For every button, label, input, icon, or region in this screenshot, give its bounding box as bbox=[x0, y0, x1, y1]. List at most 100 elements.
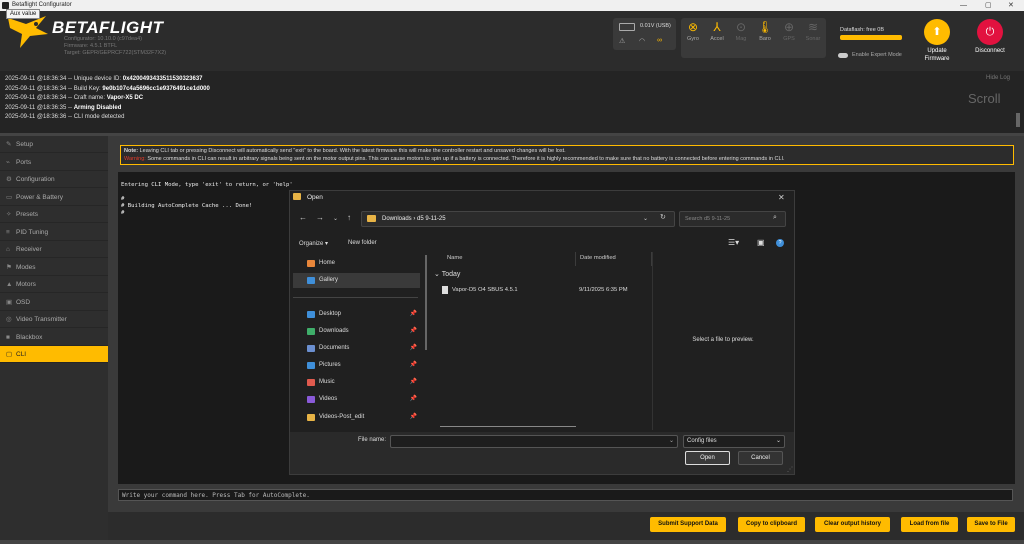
scroll-toggle[interactable]: Scroll bbox=[968, 91, 1001, 106]
folder-icon bbox=[307, 345, 315, 352]
gyro-icon: ⊗ bbox=[687, 20, 699, 34]
pin-icon[interactable]: 📌 bbox=[410, 341, 417, 356]
version-info: Configurator: 10.10.0 (c97dea4) Firmware… bbox=[64, 36, 166, 57]
wrench-icon: ✎ bbox=[6, 141, 12, 148]
log-scrollbar[interactable] bbox=[1016, 113, 1020, 127]
chevron-down-icon[interactable]: ⌄ bbox=[333, 215, 338, 222]
log-separator: -- bbox=[66, 95, 74, 101]
group-header[interactable]: ⌄ Today bbox=[434, 270, 460, 278]
pin-icon[interactable]: 📌 bbox=[410, 324, 417, 339]
breadcrumb-downloads[interactable]: Downloads bbox=[382, 216, 412, 222]
file-row[interactable]: Vapor-D5 O4 SBUS 4.5.1 9/11/2025 6:35 PM bbox=[442, 286, 652, 296]
up-icon[interactable]: ↑ bbox=[347, 213, 351, 222]
brand-name: BETAFLIGHT bbox=[52, 18, 164, 37]
column-header-date[interactable]: Date modified bbox=[580, 255, 616, 261]
view-options-icon[interactable]: ☰▾ bbox=[728, 238, 739, 247]
log-label: CLI mode detected bbox=[73, 114, 125, 120]
nav-pane-item-downloads[interactable]: Downloads 📌 bbox=[293, 324, 420, 339]
file-type-value: Config files bbox=[687, 438, 717, 444]
column-header-name[interactable]: Name bbox=[447, 255, 462, 261]
sidebar-item-power-battery[interactable]: ▭ Power & Battery bbox=[0, 189, 108, 206]
expert-mode-toggle[interactable] bbox=[838, 53, 848, 58]
battery-icon: ▭ bbox=[6, 193, 13, 201]
column-divider[interactable] bbox=[575, 252, 576, 266]
horizontal-scrollbar[interactable] bbox=[440, 426, 576, 427]
sidebar-item-blackbox[interactable]: ■ Blackbox bbox=[0, 329, 108, 346]
sidebar-item-setup[interactable]: ✎ Setup bbox=[0, 136, 108, 153]
cancel-button[interactable]: Cancel bbox=[738, 451, 783, 465]
sidebar-item-receiver[interactable]: ⌂ Receiver bbox=[0, 241, 108, 258]
nav-pane-label: Downloads bbox=[319, 328, 349, 334]
log-value: 9e0b107c4a5696cc1e9376491ce1d000 bbox=[102, 85, 210, 92]
mag-icon: ⊙ bbox=[735, 20, 747, 34]
pin-icon[interactable]: 📌 bbox=[410, 375, 417, 390]
sidebar-item-pid-tuning[interactable]: ≡ PID Tuning bbox=[0, 224, 108, 241]
folder-icon bbox=[367, 215, 376, 222]
sensor-status: ⊗ Gyro ⅄ Accel ⊙ Mag 🌡 Baro ⊕ GPS ≋ Sonar bbox=[681, 18, 826, 58]
resize-grip-icon[interactable]: ⋰ bbox=[787, 466, 793, 473]
sidebar-item-video-transmitter[interactable]: ◎ Video Transmitter bbox=[0, 311, 108, 328]
minimize-icon[interactable]: — bbox=[960, 0, 967, 11]
sidebar-item-presets[interactable]: ✧ Presets bbox=[0, 206, 108, 223]
sidebar-item-label: Receiver bbox=[16, 246, 42, 253]
log-timestamp: 2025-09-11 @18:36:34 bbox=[5, 85, 67, 92]
sidebar-item-osd[interactable]: ▣ OSD bbox=[0, 294, 108, 311]
sidebar-item-label: Configuration bbox=[16, 176, 55, 183]
open-button[interactable]: Open bbox=[685, 451, 730, 465]
disconnect-button[interactable]: ⏻ Disconnect bbox=[967, 19, 1013, 55]
update-firmware-button[interactable]: ⬆ Update Firmware bbox=[915, 19, 959, 63]
nav-pane-item-home[interactable]: Home bbox=[293, 256, 420, 271]
pin-icon[interactable]: 📌 bbox=[410, 410, 417, 425]
pin-icon[interactable]: 📌 bbox=[410, 307, 417, 322]
pin-icon[interactable]: 📌 bbox=[410, 358, 417, 373]
nav-pane-item-documents[interactable]: Documents 📌 bbox=[293, 341, 420, 356]
nav-pane-item-desktop[interactable]: Desktop 📌 bbox=[293, 307, 420, 322]
chevron-down-icon[interactable]: ⌄ bbox=[643, 215, 648, 222]
new-folder-button[interactable]: New folder bbox=[348, 240, 377, 246]
nav-pane-item-videos[interactable]: Videos 📌 bbox=[293, 392, 420, 407]
sidebar-item-label: Video Transmitter bbox=[16, 316, 67, 323]
blackbox-icon: ■ bbox=[6, 333, 10, 341]
sidebar-item-cli[interactable]: ▢ CLI bbox=[0, 346, 108, 363]
clear-output-history-button[interactable]: Clear output history bbox=[815, 517, 890, 532]
configurator-version: Configurator: 10.10.0 (c97dea4) bbox=[64, 36, 142, 42]
preview-pane-icon[interactable]: ▣ bbox=[757, 238, 765, 247]
close-icon[interactable]: ✕ bbox=[778, 190, 785, 205]
window-titlebar: Betaflight Configurator — ▢ ✕ bbox=[0, 0, 1024, 11]
sensor-label: Gyro bbox=[687, 36, 699, 42]
save-to-file-button[interactable]: Save to File bbox=[967, 517, 1015, 532]
sidebar-item-motors[interactable]: ▲ Motors bbox=[0, 276, 108, 293]
forward-icon[interactable]: → bbox=[316, 213, 324, 222]
nav-pane-item-videos-post-edit[interactable]: Videos-Post_edit 📌 bbox=[293, 410, 420, 425]
mag-sensor: ⊙ Mag bbox=[729, 18, 753, 42]
cli-command-input[interactable]: Write your command here. Press Tab for A… bbox=[118, 489, 1013, 501]
log-value: 0x4200493433511530323637 bbox=[122, 76, 203, 82]
help-icon[interactable]: ? bbox=[776, 239, 784, 247]
maximize-icon[interactable]: ▢ bbox=[985, 0, 992, 11]
folder-icon bbox=[307, 277, 315, 284]
wifi-icon: ◠ bbox=[639, 38, 646, 45]
submit-support-data-button[interactable]: Submit Support Data bbox=[650, 517, 726, 532]
load-from-file-button[interactable]: Load from file bbox=[901, 517, 958, 532]
nav-scrollbar[interactable] bbox=[425, 255, 427, 350]
sidebar-item-configuration[interactable]: ⚙ Configuration bbox=[0, 171, 108, 188]
file-type-select[interactable]: Config files ⌄ bbox=[683, 435, 785, 448]
sidebar-item-modes[interactable]: ⚑ Modes bbox=[0, 259, 108, 276]
search-icon[interactable]: ⌕ bbox=[773, 214, 777, 222]
close-icon[interactable]: ✕ bbox=[1008, 0, 1014, 11]
pin-icon[interactable]: 📌 bbox=[410, 392, 417, 407]
nav-pane-item-gallery[interactable]: Gallery bbox=[293, 273, 420, 288]
chevron-down-icon[interactable]: ⌄ bbox=[669, 437, 674, 444]
nav-pane-item-music[interactable]: Music 📌 bbox=[293, 375, 420, 390]
refresh-icon[interactable]: ↻ bbox=[660, 213, 666, 221]
file-name-input[interactable]: ⌄ bbox=[390, 435, 678, 448]
organize-button[interactable]: Organize ▾ bbox=[299, 240, 328, 247]
breadcrumb-folder[interactable]: d5 9-11-25 bbox=[417, 216, 446, 222]
address-bar[interactable]: Downloads › d5 9-11-25 bbox=[361, 211, 675, 227]
sidebar-item-ports[interactable]: ⌁ Ports bbox=[0, 154, 108, 171]
copy-to-clipboard-button[interactable]: Copy to clipboard bbox=[738, 517, 805, 532]
nav-pane-item-pictures[interactable]: Pictures 📌 bbox=[293, 358, 420, 373]
hide-log-link[interactable]: Hide Log bbox=[986, 75, 1010, 81]
back-icon[interactable]: ← bbox=[299, 213, 307, 222]
search-input[interactable]: Search d5 9-11-25 bbox=[679, 211, 786, 227]
